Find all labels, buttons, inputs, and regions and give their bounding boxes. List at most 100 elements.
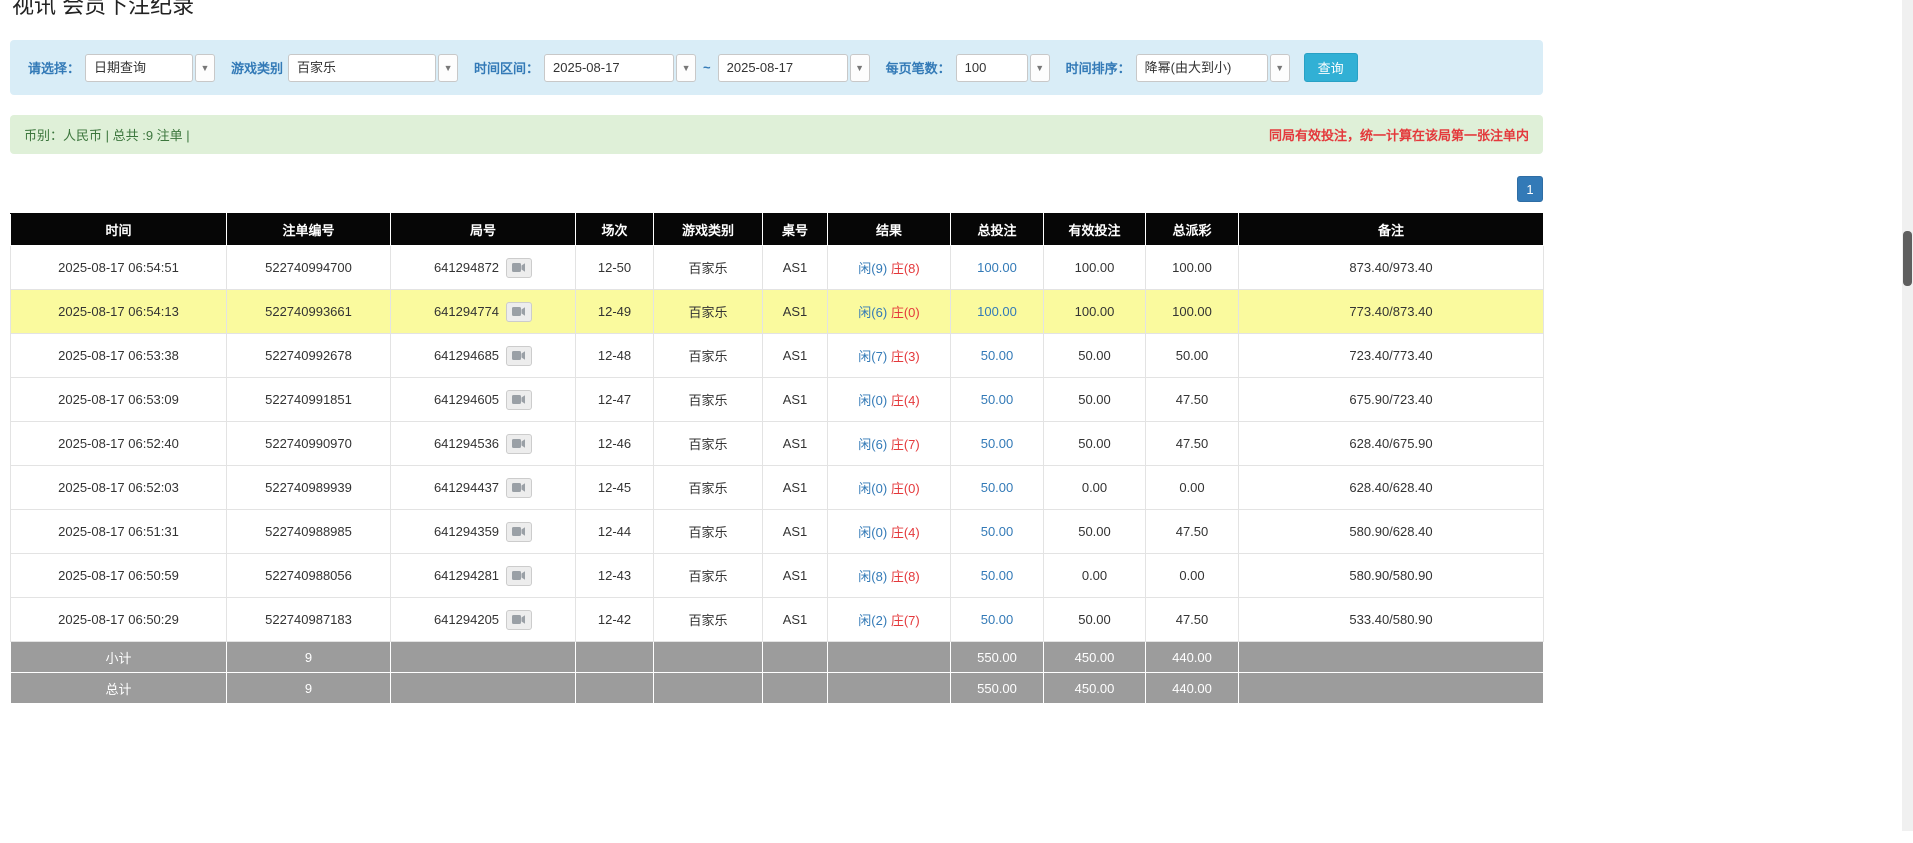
date-from-picker[interactable]: 2025-08-17 ▼ bbox=[544, 54, 696, 82]
cell-session: 12-47 bbox=[576, 378, 654, 422]
date-to-value[interactable]: 2025-08-17 bbox=[718, 54, 848, 82]
chevron-down-icon[interactable]: ▼ bbox=[1030, 54, 1050, 82]
search-button[interactable]: 查询 bbox=[1304, 53, 1358, 82]
cell-session: 12-43 bbox=[576, 554, 654, 598]
cell-payout: 47.50 bbox=[1146, 598, 1239, 642]
total-bet-link[interactable]: 50.00 bbox=[981, 392, 1014, 407]
cell-round-id: 641294359 bbox=[391, 510, 576, 554]
video-replay-icon[interactable] bbox=[506, 258, 532, 278]
cell-game-type: 百家乐 bbox=[654, 554, 763, 598]
video-replay-icon[interactable] bbox=[506, 566, 532, 586]
date-from-value[interactable]: 2025-08-17 bbox=[544, 54, 674, 82]
cell-round-id: 641294205 bbox=[391, 598, 576, 642]
total-bet-link[interactable]: 100.00 bbox=[977, 260, 1017, 275]
chevron-down-icon[interactable]: ▼ bbox=[438, 54, 458, 82]
total-bet-link[interactable]: 50.00 bbox=[981, 612, 1014, 627]
cell-round-id: 641294774 bbox=[391, 290, 576, 334]
cell-result: 闲(8) 庄(8) bbox=[828, 554, 951, 598]
round-id-text: 641294205 bbox=[434, 612, 499, 627]
cell-remark: 628.40/628.40 bbox=[1239, 466, 1544, 510]
cell-round-id: 641294281 bbox=[391, 554, 576, 598]
total-bet-link[interactable]: 50.00 bbox=[981, 568, 1014, 583]
cell-time: 2025-08-17 06:52:03 bbox=[11, 466, 227, 510]
chevron-down-icon[interactable]: ▼ bbox=[195, 54, 215, 82]
sort-order-label: 时间排序： bbox=[1066, 58, 1131, 77]
page-1-button[interactable]: 1 bbox=[1517, 176, 1543, 202]
cell-time: 2025-08-17 06:50:29 bbox=[11, 598, 227, 642]
chevron-down-icon[interactable]: ▼ bbox=[850, 54, 870, 82]
cell-round-id: 641294685 bbox=[391, 334, 576, 378]
cell-table-no: AS1 bbox=[763, 422, 828, 466]
total-bet-link[interactable]: 100.00 bbox=[977, 304, 1017, 319]
cell-time: 2025-08-17 06:53:09 bbox=[11, 378, 227, 422]
cell-valid-bet: 50.00 bbox=[1044, 422, 1146, 466]
page-size-label: 每页笔数： bbox=[886, 58, 951, 77]
date-to-picker[interactable]: 2025-08-17 ▼ bbox=[718, 54, 870, 82]
query-type-value[interactable]: 日期查询 bbox=[85, 54, 193, 82]
cell-total-bet: 50.00 bbox=[951, 554, 1044, 598]
total-bet-link[interactable]: 50.00 bbox=[981, 436, 1014, 451]
query-type-select[interactable]: 日期查询 ▼ bbox=[85, 54, 215, 82]
footer-cell bbox=[576, 673, 654, 704]
page-size-value[interactable]: 100 bbox=[956, 54, 1028, 82]
chevron-down-icon[interactable]: ▼ bbox=[1270, 54, 1290, 82]
scrollbar[interactable]: ▲ bbox=[1902, 0, 1913, 831]
table-header-cell: 注单编号 bbox=[227, 214, 391, 246]
cell-table-no: AS1 bbox=[763, 510, 828, 554]
table-header-cell: 时间 bbox=[11, 214, 227, 246]
scroll-up-arrow-icon[interactable]: ▲ bbox=[1902, 0, 1913, 1]
video-replay-icon[interactable] bbox=[506, 522, 532, 542]
cell-bet-id: 522740993661 bbox=[227, 290, 391, 334]
cell-total-bet: 50.00 bbox=[951, 334, 1044, 378]
total-bet-link[interactable]: 50.00 bbox=[981, 480, 1014, 495]
table-header-cell: 结果 bbox=[828, 214, 951, 246]
footer-cell bbox=[828, 673, 951, 704]
cell-table-no: AS1 bbox=[763, 290, 828, 334]
table-header-cell: 桌号 bbox=[763, 214, 828, 246]
cell-bet-id: 522740991851 bbox=[227, 378, 391, 422]
summary-bar: 币别：人民币 | 总共 :9 注单 | 同局有效投注，统一计算在该局第一张注单内 bbox=[10, 115, 1543, 154]
video-replay-icon[interactable] bbox=[506, 390, 532, 410]
cell-table-no: AS1 bbox=[763, 334, 828, 378]
result-banker: 庄(8) bbox=[891, 569, 920, 584]
result-banker: 庄(4) bbox=[891, 525, 920, 540]
footer-cell bbox=[1239, 673, 1544, 704]
footer-cell: 440.00 bbox=[1146, 673, 1239, 704]
footer-cell: 总计 bbox=[11, 673, 227, 704]
cell-round-id: 641294437 bbox=[391, 466, 576, 510]
cell-result: 闲(0) 庄(4) bbox=[828, 510, 951, 554]
cell-bet-id: 522740988056 bbox=[227, 554, 391, 598]
result-banker: 庄(4) bbox=[891, 393, 920, 408]
result-banker: 庄(7) bbox=[891, 613, 920, 628]
cell-game-type: 百家乐 bbox=[654, 246, 763, 290]
cell-valid-bet: 50.00 bbox=[1044, 378, 1146, 422]
video-replay-icon[interactable] bbox=[506, 434, 532, 454]
table-header-cell: 总派彩 bbox=[1146, 214, 1239, 246]
game-type-value[interactable]: 百家乐 bbox=[288, 54, 436, 82]
sort-order-value[interactable]: 降幂(由大到小) bbox=[1136, 54, 1268, 82]
video-replay-icon[interactable] bbox=[506, 478, 532, 498]
cell-payout: 47.50 bbox=[1146, 422, 1239, 466]
video-replay-icon[interactable] bbox=[506, 302, 532, 322]
cell-game-type: 百家乐 bbox=[654, 422, 763, 466]
footer-cell bbox=[1239, 642, 1544, 673]
round-id-text: 641294605 bbox=[434, 392, 499, 407]
cell-remark: 533.40/580.90 bbox=[1239, 598, 1544, 642]
table-header-cell: 游戏类别 bbox=[654, 214, 763, 246]
sort-order-select[interactable]: 降幂(由大到小) ▼ bbox=[1136, 54, 1290, 82]
page-size-select[interactable]: 100 ▼ bbox=[956, 54, 1050, 82]
video-replay-icon[interactable] bbox=[506, 346, 532, 366]
cell-table-no: AS1 bbox=[763, 246, 828, 290]
content: 视讯 会员下注纪录 请选择： 日期查询 ▼ 游戏类别 百家乐 ▼ 时间区间： 2… bbox=[10, 0, 1543, 704]
game-type-select[interactable]: 百家乐 ▼ bbox=[288, 54, 458, 82]
cell-payout: 47.50 bbox=[1146, 510, 1239, 554]
table-header-cell: 备注 bbox=[1239, 214, 1544, 246]
video-replay-icon[interactable] bbox=[506, 610, 532, 630]
result-player: 闲(9) bbox=[858, 261, 887, 276]
cell-game-type: 百家乐 bbox=[654, 290, 763, 334]
total-bet-link[interactable]: 50.00 bbox=[981, 348, 1014, 363]
scrollbar-thumb[interactable] bbox=[1903, 231, 1912, 286]
chevron-down-icon[interactable]: ▼ bbox=[676, 54, 696, 82]
table-row: 2025-08-17 06:51:31522740988985641294359… bbox=[11, 510, 1544, 554]
total-bet-link[interactable]: 50.00 bbox=[981, 524, 1014, 539]
